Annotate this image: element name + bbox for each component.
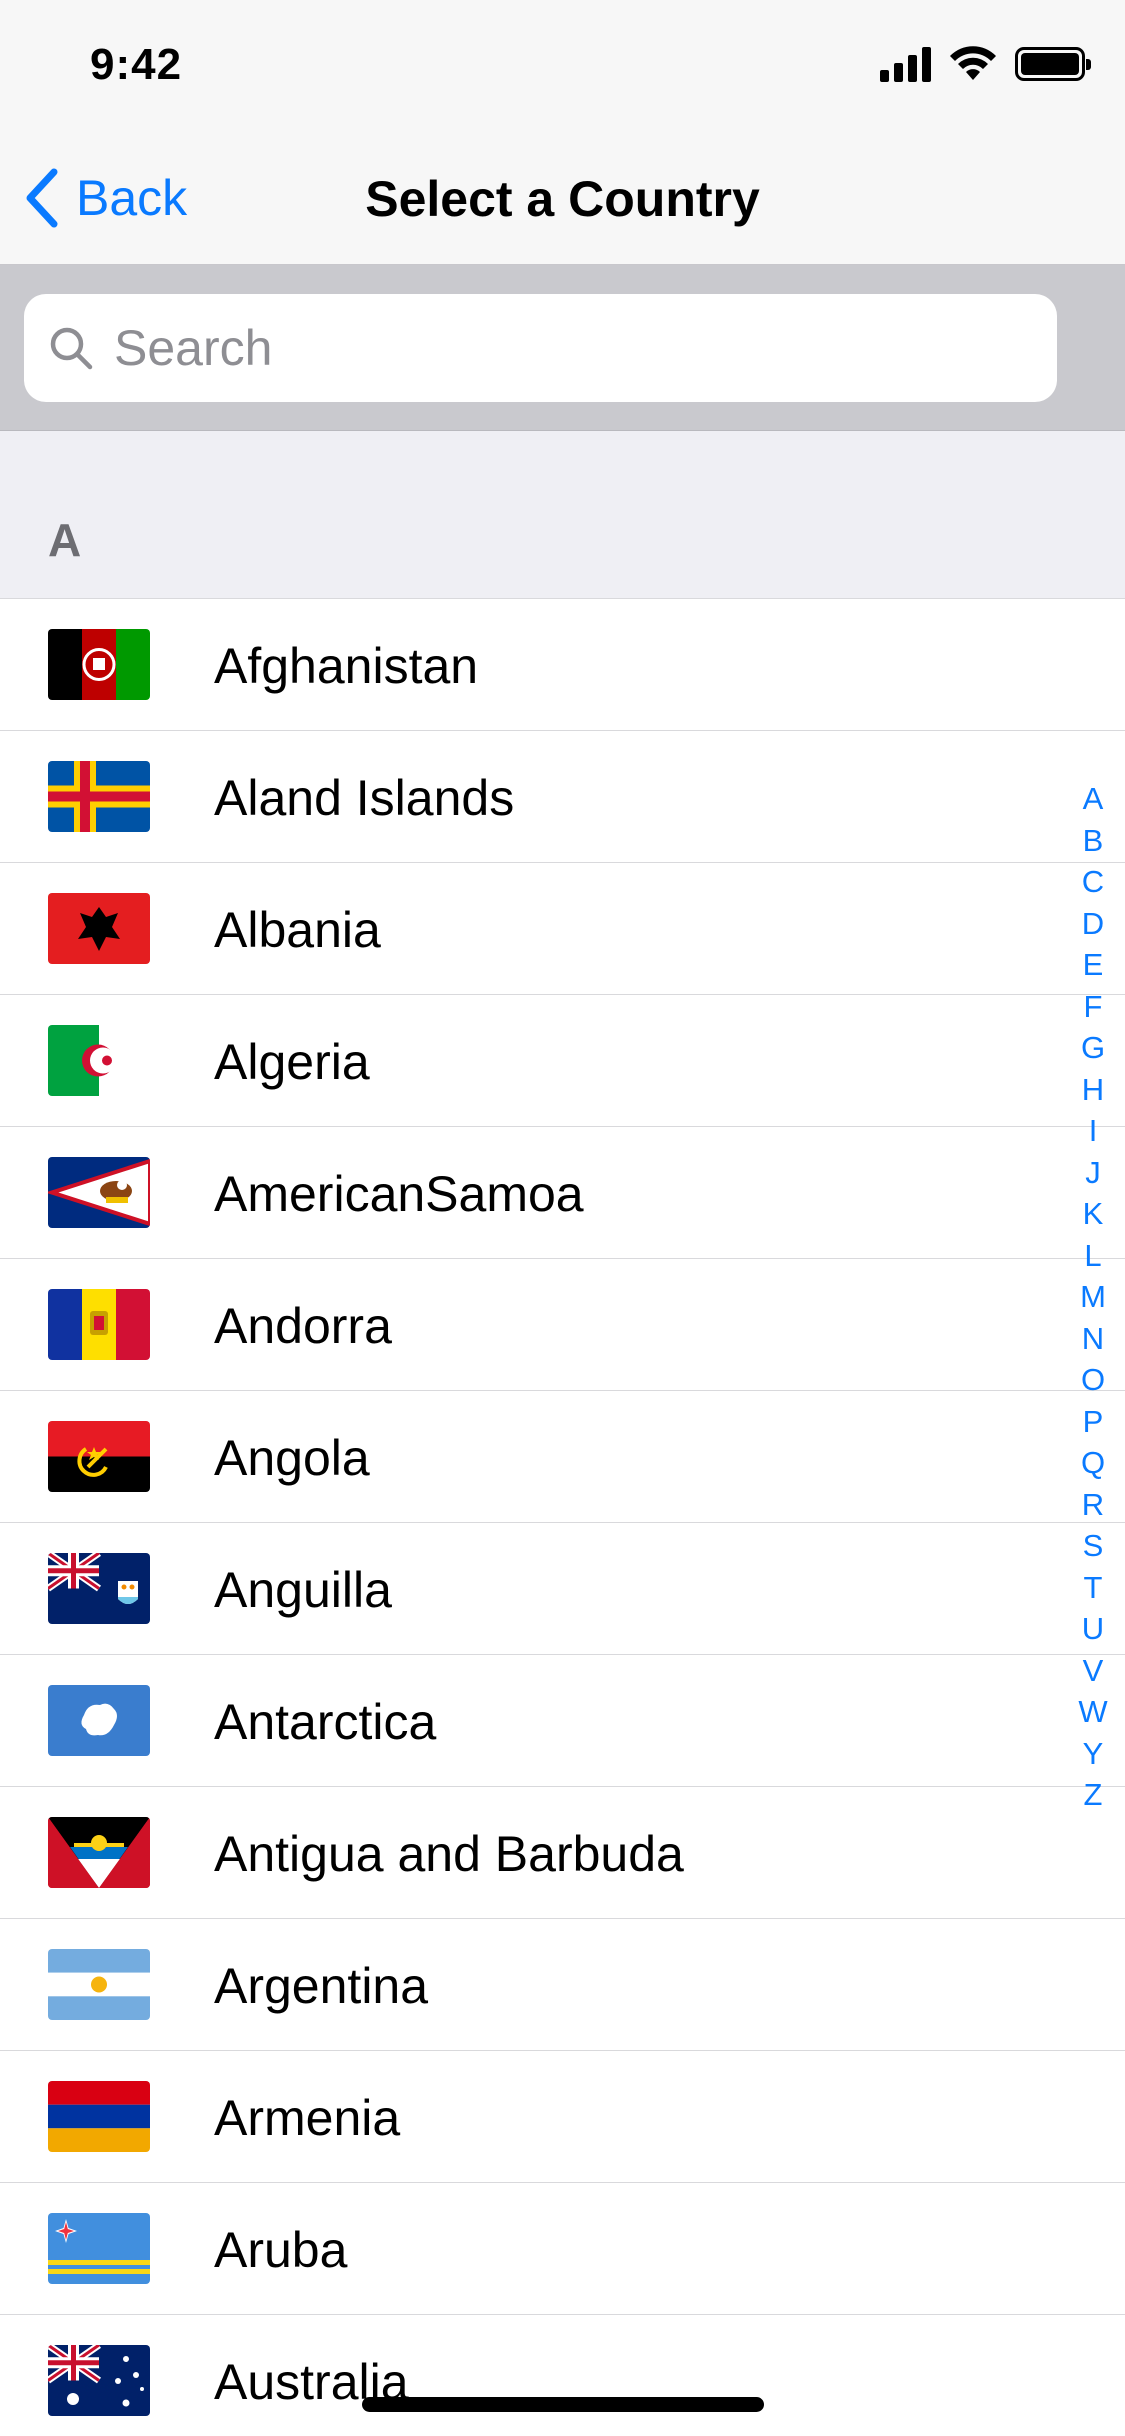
index-letter-v[interactable]: V <box>1083 1650 1104 1692</box>
index-letter-z[interactable]: Z <box>1084 1774 1103 1816</box>
index-letter-s[interactable]: S <box>1083 1525 1104 1567</box>
flag-aland-islands-icon <box>48 761 150 832</box>
list-item-argentina[interactable]: Argentina <box>0 1919 1125 2051</box>
list-item-anguilla[interactable]: Anguilla <box>0 1523 1125 1655</box>
list-item-aruba[interactable]: Aruba <box>0 2183 1125 2315</box>
country-name: Anguilla <box>214 1562 392 1618</box>
list-item-andorra[interactable]: Andorra <box>0 1259 1125 1391</box>
index-letter-c[interactable]: C <box>1082 861 1104 903</box>
list-item-australia[interactable]: Australia <box>0 2315 1125 2436</box>
index-letter-m[interactable]: M <box>1080 1276 1106 1318</box>
battery-icon <box>1015 47 1091 81</box>
flag-antarctica-icon <box>48 1685 150 1756</box>
wifi-icon <box>950 46 996 80</box>
list-item-albania[interactable]: Albania <box>0 863 1125 995</box>
index-letter-j[interactable]: J <box>1085 1152 1101 1194</box>
index-letter-r[interactable]: R <box>1082 1484 1104 1526</box>
country-name: AmericanSamoa <box>214 1166 584 1222</box>
country-name: Andorra <box>214 1298 392 1354</box>
index-letter-u[interactable]: U <box>1082 1608 1104 1650</box>
flag-angola-icon <box>48 1421 150 1492</box>
flag-antigua-barbuda-icon <box>48 1817 150 1888</box>
navigation-bar: Back Select a Country <box>0 132 1125 265</box>
index-letter-t[interactable]: T <box>1084 1567 1103 1609</box>
index-letter-o[interactable]: O <box>1081 1359 1105 1401</box>
country-list: Afghanistan Aland Islands Albania Algeri… <box>0 599 1125 2436</box>
flag-american-samoa-icon <box>48 1157 150 1228</box>
country-name: Antarctica <box>214 1694 437 1750</box>
country-name: Algeria <box>214 1034 370 1090</box>
flag-australia-icon <box>48 2345 150 2416</box>
flag-afghanistan-icon <box>48 629 150 700</box>
section-index-bar[interactable]: A B C D E F G H I J K L M N O P Q R S T … <box>1071 778 1115 1816</box>
index-letter-h[interactable]: H <box>1082 1069 1104 1111</box>
index-letter-i[interactable]: I <box>1089 1110 1098 1152</box>
index-letter-l[interactable]: L <box>1084 1235 1101 1277</box>
home-indicator[interactable] <box>362 2397 764 2412</box>
index-letter-b[interactable]: B <box>1083 820 1104 862</box>
list-item-antarctica[interactable]: Antarctica <box>0 1655 1125 1787</box>
country-name: Angola <box>214 1430 370 1486</box>
status-bar: 9:42 <box>0 0 1125 132</box>
flag-albania-icon <box>48 893 150 964</box>
index-letter-k[interactable]: K <box>1083 1193 1104 1235</box>
country-name: Argentina <box>214 1958 429 2014</box>
search-bar-container <box>0 265 1125 431</box>
list-item-algeria[interactable]: Algeria <box>0 995 1125 1127</box>
index-letter-n[interactable]: N <box>1082 1318 1104 1360</box>
flag-argentina-icon <box>48 1949 150 2020</box>
section-header-a: A <box>0 431 1125 599</box>
list-item-american-samoa[interactable]: AmericanSamoa <box>0 1127 1125 1259</box>
flag-andorra-icon <box>48 1289 150 1360</box>
index-letter-y[interactable]: Y <box>1083 1733 1104 1775</box>
flag-armenia-icon <box>48 2081 150 2152</box>
index-letter-a[interactable]: A <box>1083 778 1104 820</box>
cellular-signal-icon <box>880 46 931 82</box>
page-title: Select a Country <box>365 171 760 227</box>
index-letter-g[interactable]: G <box>1081 1027 1105 1069</box>
country-name: Aruba <box>214 2222 348 2278</box>
status-time: 9:42 <box>90 40 183 89</box>
country-name: Albania <box>214 902 381 958</box>
index-letter-e[interactable]: E <box>1083 944 1104 986</box>
status-icons <box>880 46 1091 82</box>
country-name: Aland Islands <box>214 770 515 826</box>
flag-anguilla-icon <box>48 1553 150 1624</box>
list-item-aland-islands[interactable]: Aland Islands <box>0 731 1125 863</box>
flag-algeria-icon <box>48 1025 150 1096</box>
index-letter-f[interactable]: F <box>1084 986 1103 1028</box>
search-field[interactable] <box>24 294 1057 402</box>
index-letter-w[interactable]: W <box>1078 1691 1107 1733</box>
index-letter-d[interactable]: D <box>1082 903 1104 945</box>
index-letter-p[interactable]: P <box>1083 1401 1104 1443</box>
search-input[interactable] <box>114 319 1014 377</box>
list-item-afghanistan[interactable]: Afghanistan <box>0 599 1125 731</box>
section-header-letter: A <box>48 514 82 566</box>
country-name: Antigua and Barbuda <box>214 1826 684 1882</box>
index-letter-q[interactable]: Q <box>1081 1442 1105 1484</box>
list-item-angola[interactable]: Angola <box>0 1391 1125 1523</box>
search-icon <box>50 327 93 370</box>
country-name: Armenia <box>214 2090 401 2146</box>
list-item-armenia[interactable]: Armenia <box>0 2051 1125 2183</box>
list-item-antigua-and-barbuda[interactable]: Antigua and Barbuda <box>0 1787 1125 1919</box>
flag-aruba-icon <box>48 2213 150 2284</box>
country-name: Afghanistan <box>214 638 479 694</box>
